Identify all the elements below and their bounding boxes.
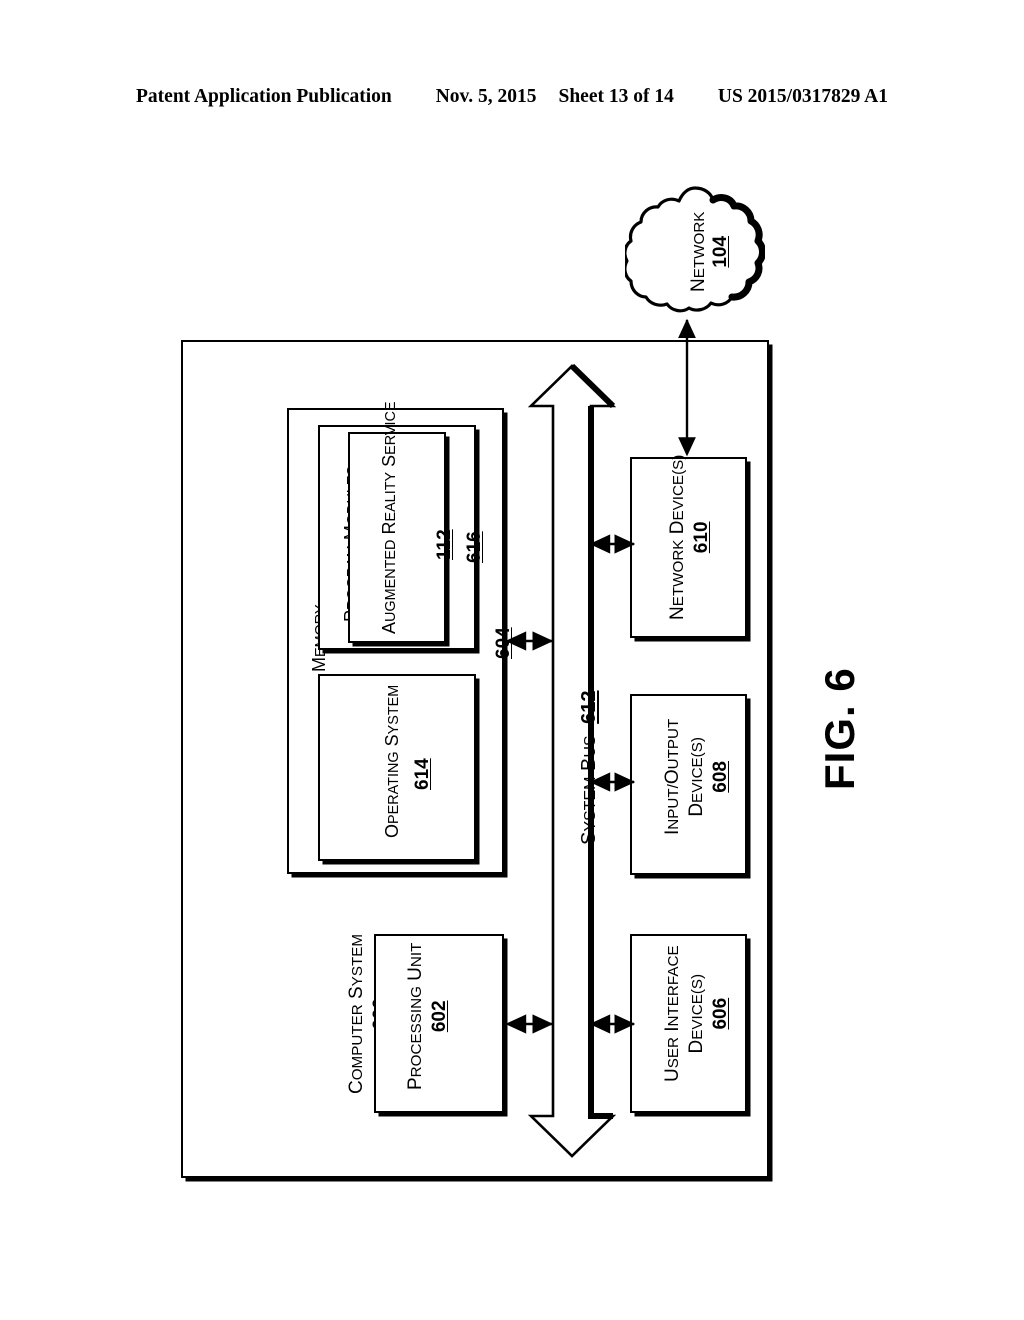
operating-system-label: OPERATING SYSTEM bbox=[381, 685, 404, 838]
figure-caption: FIG. 6 bbox=[816, 667, 863, 790]
network-device-label: NETWORK DEVICE(S) 610 bbox=[666, 455, 714, 620]
io-device-ref-number: 608 bbox=[709, 761, 731, 793]
patent-figure-6: NETWORK 104 COMPUTER SYSTEM 600 MEMORY 6… bbox=[0, 0, 1024, 1320]
ui-device-label-line1: USER INTERFACE bbox=[662, 945, 683, 1082]
network-device-label-text: NETWORK DEVICE(S) bbox=[667, 454, 688, 620]
cloud-ref-number: 104 bbox=[710, 235, 731, 268]
processing-unit-label: PROCESSING UNIT 602 bbox=[404, 943, 452, 1090]
io-device-label-line2: DEVICE(S) bbox=[685, 737, 707, 817]
ar-service-ref-number: 112 bbox=[434, 529, 455, 560]
processing-unit-label-text: PROCESSING UNIT bbox=[405, 942, 426, 1090]
cloud-label-text: NETWORK bbox=[688, 211, 709, 292]
ar-service-label-text: AUGMENTED REALITY SERVICE bbox=[379, 401, 399, 634]
system-bus-arrow bbox=[527, 362, 617, 1160]
io-device-label-line1: INPUT/OUTPUT bbox=[662, 718, 683, 835]
io-device-label: INPUT/OUTPUT DEVICE(S) 608 bbox=[661, 719, 732, 835]
program-modules-ref-number: 616 bbox=[464, 531, 485, 563]
network-cloud-label: NETWORK 104 bbox=[688, 212, 732, 292]
ar-service-ref-number-wrap: 112 bbox=[433, 529, 457, 560]
system-bus-label: SYSTEM BUS 612 bbox=[578, 690, 601, 845]
operating-system-ref-number: 614 bbox=[412, 758, 433, 790]
system-bus-ref-number: 612 bbox=[578, 690, 600, 724]
memory-ref-number-wrap: 604 bbox=[492, 627, 516, 659]
processing-unit-ref-number: 602 bbox=[428, 1000, 450, 1033]
memory-ref-number: 604 bbox=[493, 627, 514, 659]
system-bus-label-text: SYSTEM BUS bbox=[578, 735, 600, 845]
operating-system-ref-number-wrap: 614 bbox=[411, 758, 435, 790]
ui-device-label-line2: DEVICE(S) bbox=[685, 973, 707, 1054]
program-modules-ref-number-wrap: 616 bbox=[463, 531, 487, 563]
ui-device-label: USER INTERFACE DEVICE(S) 606 bbox=[661, 945, 732, 1082]
ar-service-label: AUGMENTED REALITY SERVICE bbox=[378, 401, 401, 634]
operating-system-label-text: OPERATING SYSTEM bbox=[382, 684, 402, 838]
network-device-ref-number: 610 bbox=[690, 521, 712, 554]
computer-system-label-text: COMPUTER SYSTEM bbox=[346, 933, 367, 1094]
ui-device-ref-number: 606 bbox=[709, 997, 731, 1030]
